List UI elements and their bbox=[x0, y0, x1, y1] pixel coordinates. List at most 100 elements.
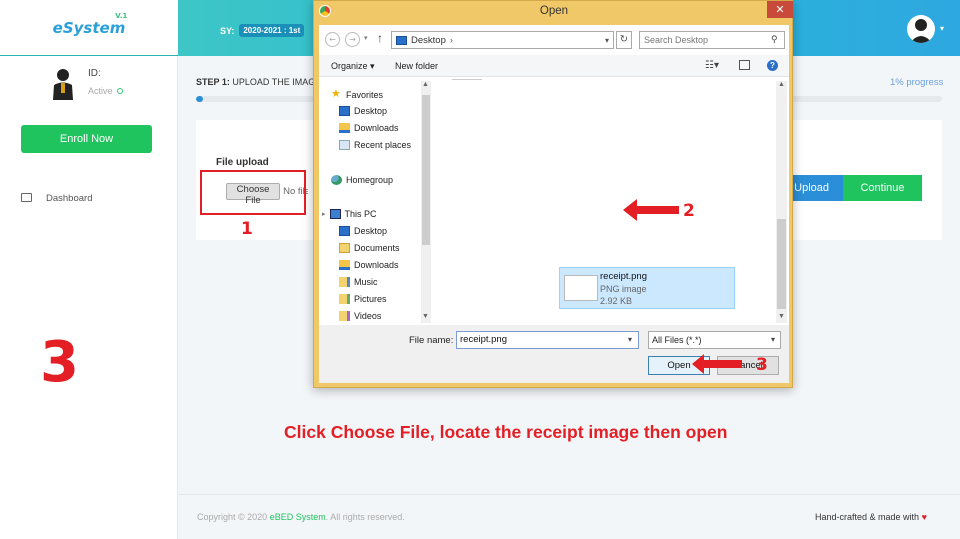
refresh-icon[interactable]: ↻ bbox=[616, 31, 632, 49]
nav-item-downloads[interactable]: Downloads bbox=[339, 123, 399, 133]
computer-icon bbox=[329, 209, 341, 219]
status-label: Active bbox=[88, 86, 123, 96]
nav-item-label: Favorites bbox=[346, 90, 384, 100]
address-dropdown-icon[interactable]: ▾ bbox=[605, 36, 613, 45]
progress-fill bbox=[196, 96, 204, 102]
status-dot-icon bbox=[116, 88, 123, 94]
file-scroll-thumb[interactable] bbox=[777, 219, 786, 309]
progress-text: 1% progress bbox=[890, 77, 944, 88]
nav-item-label: Downloads bbox=[354, 260, 399, 270]
nav-item-music[interactable]: Music bbox=[339, 277, 378, 287]
nav-scrollbar[interactable]: ▲ ▼ bbox=[421, 81, 431, 323]
annotation-number-3-large: 3 bbox=[40, 330, 79, 395]
annotation-arrow-2 bbox=[623, 199, 679, 221]
back-icon[interactable]: ← bbox=[325, 32, 340, 47]
scroll-up-icon[interactable]: ▲ bbox=[422, 81, 429, 88]
file-name-label: File name: bbox=[409, 335, 454, 346]
star-icon: ★ bbox=[331, 88, 341, 100]
navigation-row: ← → ▾ ↑ Desktop › ▾ ↻ Search Desktop ⚲ bbox=[319, 29, 789, 51]
footer-divider bbox=[178, 494, 960, 495]
forward-icon[interactable]: → bbox=[345, 32, 360, 47]
homegroup-icon bbox=[331, 175, 342, 185]
sidebar-item-dashboard[interactable]: Dashboard bbox=[46, 193, 92, 204]
file-scrollbar[interactable]: ▲ ▼ bbox=[776, 81, 787, 323]
up-arrow-icon[interactable]: ↑ bbox=[377, 31, 383, 45]
nav-item-pictures[interactable]: Pictures bbox=[339, 294, 387, 304]
file-list-pane: receipt.png PNG image 2.92 KB bbox=[432, 79, 777, 323]
open-file-dialog: Open ✕ ← → ▾ ↑ Desktop › ▾ ↻ Search Desk… bbox=[313, 0, 793, 388]
nav-item-label: Desktop bbox=[354, 226, 388, 236]
close-button[interactable]: ✕ bbox=[767, 1, 793, 18]
nav-item-desktop[interactable]: Desktop bbox=[339, 226, 387, 236]
address-bar[interactable]: Desktop › ▾ bbox=[391, 31, 614, 49]
nav-item-documents[interactable]: Documents bbox=[339, 243, 400, 253]
dialog-title: Open bbox=[539, 5, 569, 17]
file-name: receipt.png bbox=[600, 271, 648, 282]
annotation-number-2: 2 bbox=[683, 201, 695, 221]
nav-item-desktop[interactable]: Desktop bbox=[339, 106, 387, 116]
nav-item-downloads[interactable]: Downloads bbox=[339, 260, 399, 270]
nav-item-label: Music bbox=[354, 277, 378, 287]
nav-item-label: This PC bbox=[344, 209, 377, 219]
dialog-toolbar: Organize ▾ New folder ☷▾ ? bbox=[319, 55, 789, 77]
nav-item-homegroup[interactable]: Homegroup bbox=[331, 175, 393, 185]
documents-icon bbox=[339, 243, 350, 253]
continue-button[interactable]: Continue bbox=[843, 175, 922, 201]
expand-icon[interactable]: ▸ bbox=[322, 210, 326, 218]
person-icon bbox=[53, 69, 73, 100]
downloads-icon bbox=[339, 260, 350, 270]
new-folder-button[interactable]: New folder bbox=[395, 61, 438, 71]
annotation-number-1: 1 bbox=[241, 219, 253, 239]
organize-menu[interactable]: Organize ▾ bbox=[331, 61, 375, 72]
copyright-text: Copyright © 2020 eBED System. All rights… bbox=[197, 512, 405, 522]
annotation-arrow-3 bbox=[692, 354, 742, 374]
breadcrumb-chevron-icon[interactable]: › bbox=[450, 35, 453, 45]
profile-avatar bbox=[52, 68, 74, 100]
nav-item-label: Homegroup bbox=[346, 175, 394, 185]
nav-item-label: Desktop bbox=[354, 106, 388, 116]
file-name-dropdown-icon[interactable]: ▾ bbox=[628, 335, 632, 344]
upload-button[interactable]: Upload bbox=[788, 175, 843, 201]
preview-pane-icon[interactable] bbox=[739, 60, 750, 70]
desktop-icon bbox=[339, 106, 350, 116]
nav-item-recent-places[interactable]: Recent places bbox=[339, 140, 411, 150]
file-item-receipt[interactable]: receipt.png PNG image 2.92 KB bbox=[559, 267, 735, 309]
brand-link[interactable]: eBED System bbox=[270, 512, 326, 522]
search-icon[interactable]: ⚲ bbox=[771, 34, 778, 45]
nav-item-label: Documents bbox=[354, 243, 400, 253]
music-icon bbox=[339, 277, 350, 287]
nav-item-videos[interactable]: Videos bbox=[339, 311, 381, 321]
monitor-icon bbox=[21, 193, 32, 202]
enroll-now-button[interactable]: Enroll Now bbox=[21, 125, 152, 153]
logo[interactable]: eSystem V.1 bbox=[53, 12, 128, 37]
id-label: ID: bbox=[88, 68, 101, 79]
logo-area: eSystem V.1 bbox=[0, 0, 178, 56]
file-type-dropdown-icon[interactable]: ▾ bbox=[771, 335, 775, 344]
file-type-select[interactable]: All Files (*.*) bbox=[648, 331, 781, 349]
nav-item-this-pc[interactable]: ▸ This PC bbox=[322, 209, 377, 219]
videos-icon bbox=[339, 311, 350, 321]
annotation-number-3: 3 bbox=[756, 355, 768, 375]
help-icon[interactable]: ? bbox=[767, 60, 778, 71]
sy-badge: 2020-2021 : 1st bbox=[239, 24, 305, 37]
pictures-icon bbox=[339, 294, 350, 304]
file-name-input[interactable]: receipt.png bbox=[456, 331, 639, 349]
search-input[interactable]: Search Desktop bbox=[639, 31, 785, 49]
scroll-down-icon[interactable]: ▼ bbox=[778, 313, 785, 320]
sy-label: SY: bbox=[220, 25, 235, 36]
view-options-icon[interactable]: ☷▾ bbox=[705, 60, 719, 71]
nav-item-favorites[interactable]: ★ Favorites bbox=[331, 89, 383, 101]
scroll-down-icon[interactable]: ▼ bbox=[422, 313, 429, 320]
downloads-icon bbox=[339, 123, 350, 133]
history-dropdown-icon[interactable]: ▾ bbox=[364, 34, 368, 42]
user-avatar-icon bbox=[910, 19, 932, 43]
annotation-highlight-box bbox=[200, 170, 306, 215]
user-avatar-menu[interactable] bbox=[907, 15, 935, 43]
dialog-body: ← → ▾ ↑ Desktop › ▾ ↻ Search Desktop ⚲ O… bbox=[319, 25, 789, 383]
file-upload-label: File upload bbox=[216, 157, 269, 168]
scroll-up-icon[interactable]: ▲ bbox=[778, 81, 785, 88]
heart-icon: ♥ bbox=[921, 512, 927, 522]
nav-item-label: Downloads bbox=[354, 123, 399, 133]
chevron-down-icon[interactable]: ▾ bbox=[940, 24, 944, 33]
nav-scroll-thumb[interactable] bbox=[422, 95, 430, 245]
